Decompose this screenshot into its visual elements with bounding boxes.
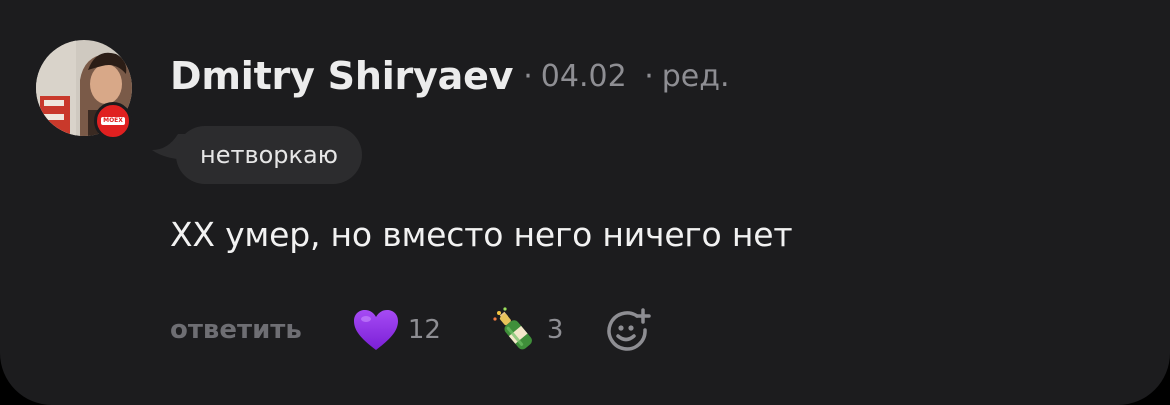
comment-text: XX умер, но вместо него ничего нет [170,215,793,254]
champagne-bottle-icon [493,307,532,350]
author-avatar-container[interactable]: MOEX [36,40,132,140]
reaction-count: 12 [407,315,441,345]
reaction-purple-heart[interactable]: 12 [352,308,441,352]
add-reaction-smiley-plus-icon[interactable] [603,306,652,354]
comment-meta: · 04.02 · ред. [523,59,729,94]
comment-card: MOEX Dmitry Shiryaev · 04.02 · ред. нетвор… [0,0,1170,405]
meta-separator: · [523,58,533,94]
comment-actions: ответить 12 3 [170,300,652,360]
author-tag-bubble: нетворкаю [176,126,362,184]
comment-date: 04.02 [540,58,627,94]
author-name[interactable]: Dmitry Shiryaev [170,54,513,98]
edited-label: ред. [661,58,730,94]
moex-badge-label: MOEX [101,117,125,125]
reaction-count: 3 [546,315,564,345]
reply-button[interactable]: ответить [170,315,302,345]
comment-header: Dmitry Shiryaev · 04.02 · ред. [170,50,730,102]
author-tag-label: нетворкаю [200,141,338,169]
meta-separator: · [644,58,654,94]
reaction-champagne[interactable]: 3 [491,305,564,355]
moex-badge: MOEX [94,102,132,140]
purple-heart-icon [353,310,398,350]
